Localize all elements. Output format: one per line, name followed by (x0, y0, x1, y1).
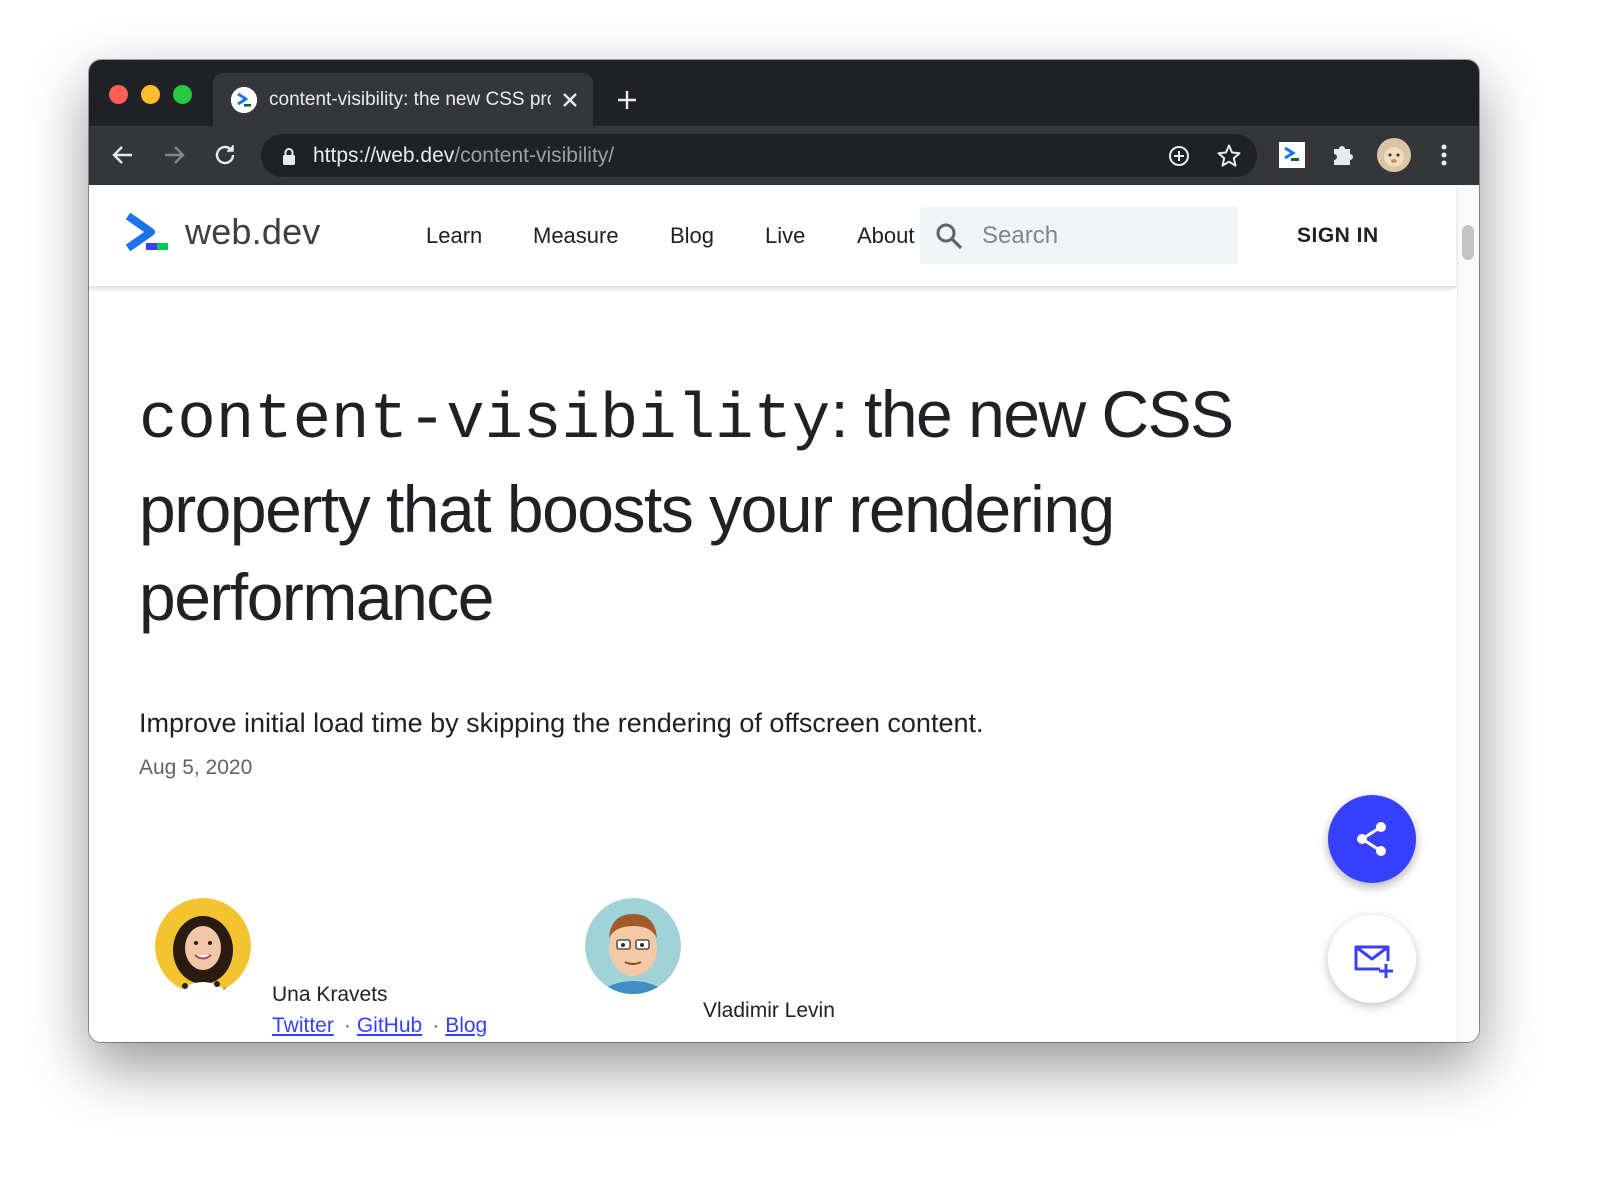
nav-about[interactable]: About (857, 219, 915, 253)
github-link[interactable]: GitHub (357, 1014, 422, 1037)
sign-in-button[interactable]: SIGN IN (1297, 219, 1379, 253)
author-avatar-una[interactable] (155, 898, 251, 994)
headline-code: content-visibility (139, 385, 831, 457)
tab-title: content-visibility: the new CSS property… (269, 89, 551, 110)
search-icon[interactable] (934, 221, 964, 251)
minimize-window-button[interactable] (141, 85, 160, 104)
blog-link[interactable]: Blog (445, 1014, 487, 1037)
extensions-puzzle-icon[interactable] (1328, 140, 1358, 170)
new-tab-icon[interactable] (613, 86, 641, 114)
url-text[interactable]: https://web.dev/content-visibility/ (313, 134, 614, 177)
web-dev-logo-icon[interactable] (125, 212, 171, 253)
author-name: Vladimir Levin (703, 999, 835, 1022)
close-window-button[interactable] (109, 85, 128, 104)
web-page: web.dev Learn Measure Blog Live About SI… (89, 185, 1479, 1042)
author-avatar-vladimir[interactable] (585, 898, 681, 994)
bookmark-star-icon[interactable] (1215, 142, 1243, 170)
nav-live[interactable]: Live (765, 219, 805, 253)
maximize-window-button[interactable] (173, 85, 192, 104)
back-arrow-icon[interactable] (107, 139, 139, 171)
site-header: web.dev Learn Measure Blog Live About SI… (89, 185, 1456, 287)
web-dev-favicon-icon (231, 87, 257, 113)
browser-toolbar: https://web.dev/content-visibility/ (89, 126, 1479, 185)
close-icon[interactable] (557, 87, 583, 113)
search-input[interactable] (982, 207, 1228, 264)
scrollbar-thumb[interactable] (1462, 225, 1474, 260)
article-subtitle: Improve initial load time by skipping th… (139, 708, 984, 738)
scrollbar-track[interactable] (1457, 185, 1479, 1042)
nav-blog[interactable]: Blog (670, 219, 714, 253)
search-box[interactable] (920, 207, 1238, 264)
nav-learn[interactable]: Learn (426, 219, 482, 253)
author-name: Una Kravets (272, 983, 388, 1006)
share-button[interactable] (1328, 795, 1416, 883)
web-dev-extension-icon[interactable] (1277, 140, 1307, 170)
url-path: /content-visibility/ (454, 144, 615, 167)
browser-window: content-visibility: the new CSS property… (89, 60, 1479, 1042)
article-date: Aug 5, 2020 (139, 756, 253, 779)
url-scheme: https:// (313, 144, 377, 167)
article-headline: content-visibility: the new CSS property… (139, 370, 1349, 641)
author-links: Twitter · GitHub · Blog (272, 1011, 487, 1041)
reload-icon[interactable] (209, 139, 241, 171)
share-icon (1357, 822, 1386, 856)
email-subscribe-icon (1354, 945, 1393, 978)
forward-arrow-icon[interactable] (158, 139, 190, 171)
site-logo-text[interactable]: web.dev (185, 209, 321, 255)
more-menu-icon[interactable] (1429, 140, 1459, 170)
subscribe-button[interactable] (1328, 915, 1416, 1003)
install-app-icon[interactable] (1165, 142, 1193, 170)
browser-tab[interactable]: content-visibility: the new CSS property… (213, 73, 593, 126)
profile-avatar-icon[interactable] (1377, 138, 1411, 172)
url-host: web.dev (376, 144, 455, 167)
lock-icon[interactable] (279, 146, 299, 166)
nav-measure[interactable]: Measure (533, 219, 619, 253)
title-bar: content-visibility: the new CSS property… (89, 60, 1479, 126)
link-separator: · (343, 1014, 351, 1037)
link-separator: · (432, 1014, 440, 1037)
address-bar[interactable]: https://web.dev/content-visibility/ (261, 134, 1257, 177)
twitter-link[interactable]: Twitter (272, 1014, 334, 1037)
